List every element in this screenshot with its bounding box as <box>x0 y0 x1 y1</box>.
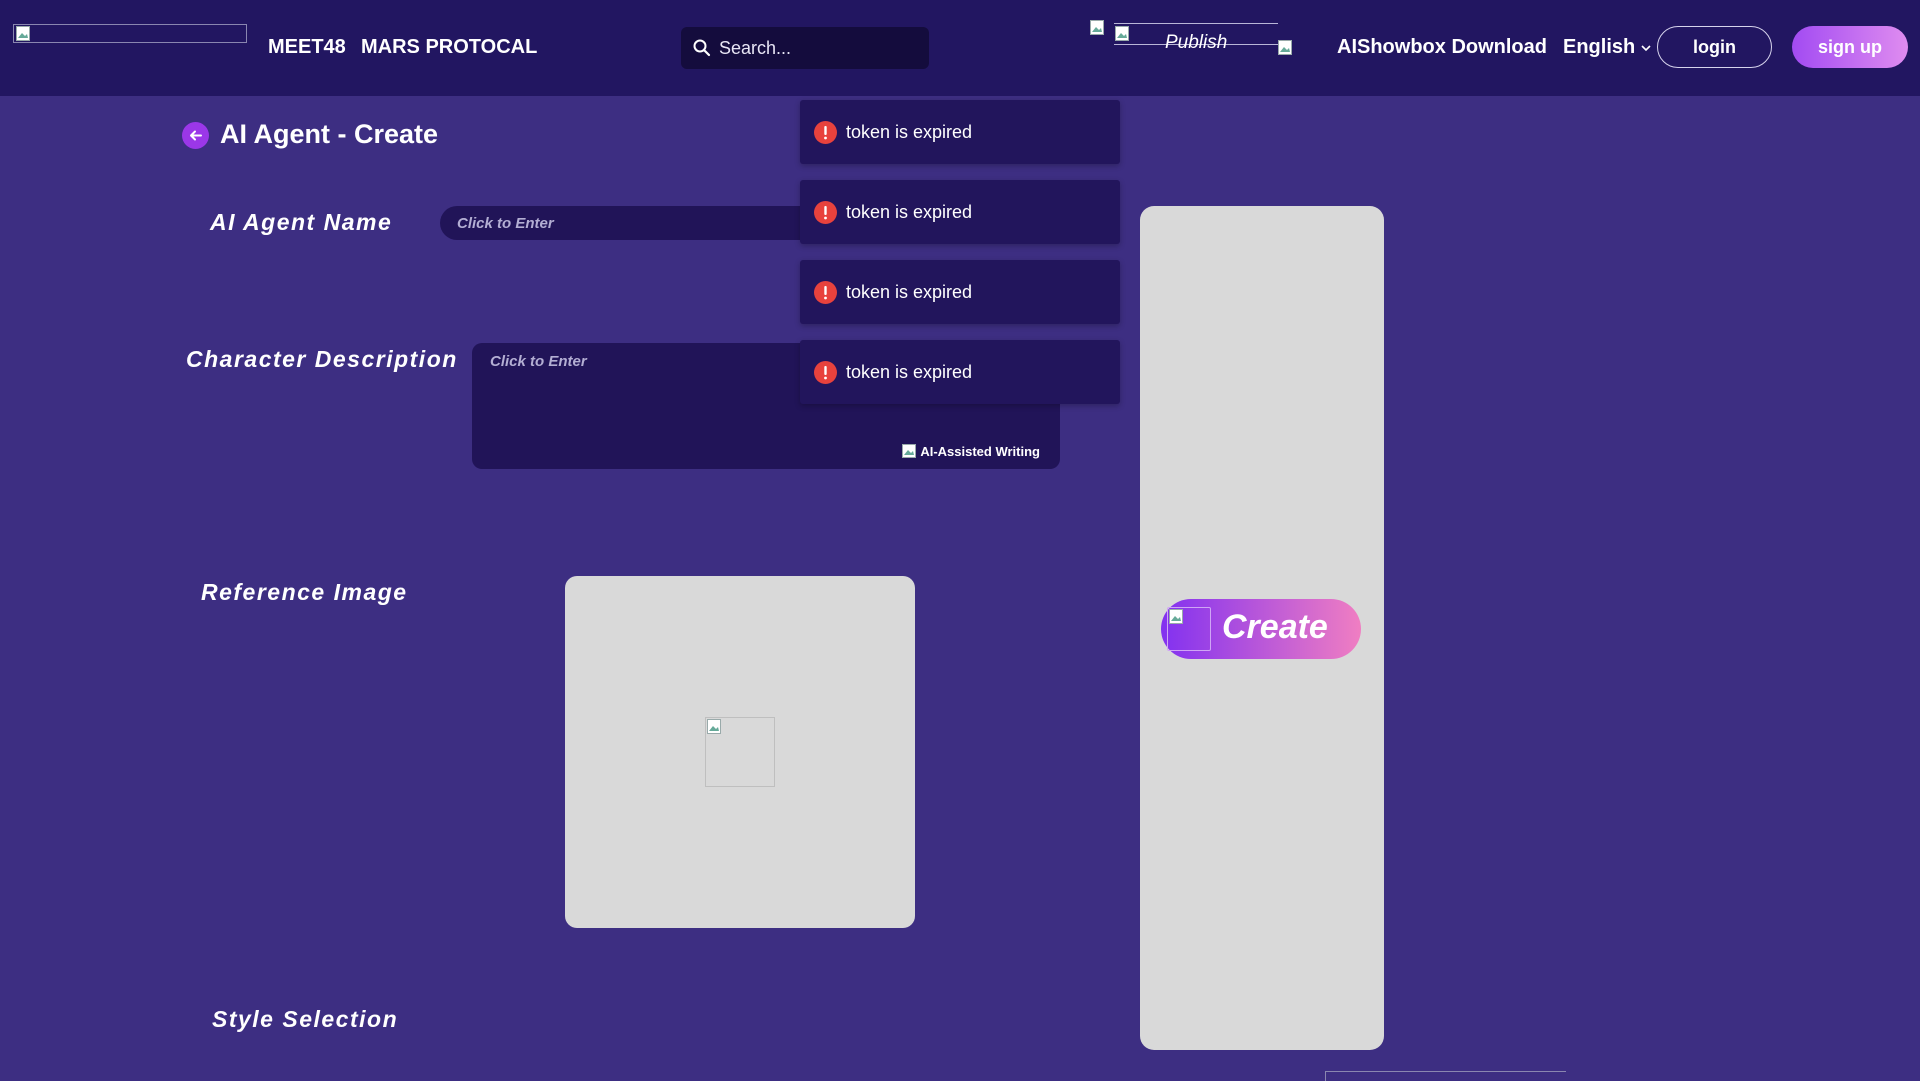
create-icon <box>1167 607 1211 651</box>
signup-button[interactable]: sign up <box>1792 26 1908 68</box>
error-toast-message: token is expired <box>846 202 973 222</box>
search-box[interactable] <box>681 27 929 69</box>
publish-label: Publish <box>1165 32 1228 53</box>
broken-image-icon <box>707 719 721 734</box>
broken-image-icon <box>16 26 30 41</box>
reference-image-upload[interactable] <box>565 576 915 928</box>
create-button[interactable]: Create <box>1161 599 1361 659</box>
error-toast: token is expired <box>800 340 1120 404</box>
ai-agent-name-input[interactable] <box>440 206 840 240</box>
aishowbox-download-link[interactable]: AIShowbox Download <box>1337 36 1547 59</box>
error-toast-message: token is expired <box>846 362 973 382</box>
error-toast: token is expired <box>800 180 1120 244</box>
error-toast-message: token is expired <box>846 122 973 142</box>
chevron-down-icon <box>1641 45 1651 52</box>
language-selector[interactable]: English <box>1563 36 1651 59</box>
ai-agent-name-label: AI Agent Name <box>210 209 393 235</box>
error-icon <box>814 361 837 384</box>
search-icon <box>693 39 711 57</box>
broken-image-icon <box>1090 20 1104 35</box>
error-icon <box>814 121 837 144</box>
character-description-label: Character Description <box>186 346 458 372</box>
arrow-left-icon <box>190 130 202 141</box>
back-button[interactable] <box>182 122 209 149</box>
publish-button[interactable]: Publish <box>1114 23 1278 53</box>
error-toast-message: token is expired <box>846 282 973 302</box>
error-toast: token is expired <box>800 260 1120 324</box>
broken-image-icon <box>1115 26 1129 41</box>
page-title: AI Agent - Create <box>220 119 439 149</box>
broken-image-icon <box>902 444 917 458</box>
nav-link-meet48[interactable]: MEET48 <box>268 36 346 59</box>
style-selection-label: Style Selection <box>212 1006 399 1032</box>
error-toast: token is expired <box>800 100 1120 164</box>
login-button[interactable]: login <box>1657 26 1772 68</box>
language-label: English <box>1563 36 1636 58</box>
broken-image-icon <box>1278 40 1292 55</box>
search-input[interactable] <box>713 27 919 69</box>
top-navigation-bar: MEET48 MARS PROTOCAL Publish AIShowbox D… <box>0 0 1920 96</box>
upload-image-placeholder <box>705 717 775 787</box>
logo-image[interactable] <box>13 24 247 43</box>
reference-image-label: Reference Image <box>201 579 408 605</box>
create-label: Create <box>1222 608 1328 646</box>
error-icon <box>814 201 837 224</box>
nav-link-mars-protocal[interactable]: MARS PROTOCAL <box>361 36 537 59</box>
ai-assisted-writing-label: AI-Assisted Writing <box>920 444 1040 459</box>
ai-assisted-writing-button[interactable]: AI-Assisted Writing <box>902 444 1040 459</box>
error-icon <box>814 281 837 304</box>
broken-image-icon <box>1169 609 1183 624</box>
